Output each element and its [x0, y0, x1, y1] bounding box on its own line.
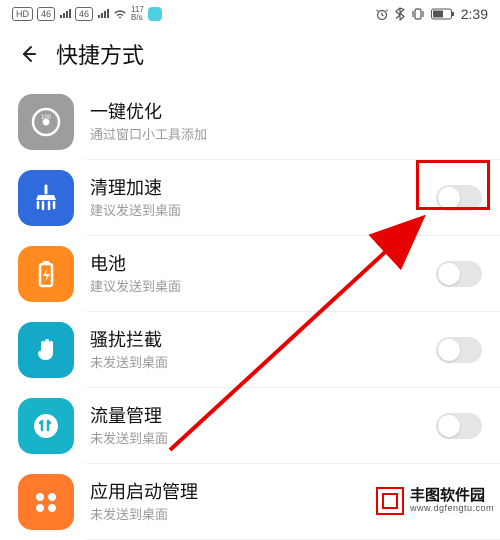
item-title: 流量管理: [90, 404, 436, 428]
shortcut-list: 100 一键优化 通过窗口小工具添加 清理加速 建议发送到桌面 电池 建议发送到…: [0, 84, 500, 540]
item-texts: 流量管理 未发送到桌面: [90, 404, 436, 448]
hand-icon: [18, 322, 74, 378]
watermark-logo-icon: [376, 487, 404, 515]
signal-icon-2: [97, 9, 109, 19]
list-item-optimize[interactable]: 100 一键优化 通过窗口小工具添加: [0, 84, 500, 160]
status-right: 2:39: [375, 6, 488, 22]
broom-icon: [18, 170, 74, 226]
signal-icon-1: [59, 9, 71, 19]
battery-status-icon: [431, 8, 455, 20]
watermark-url: www.dgfengtu.com: [410, 504, 494, 513]
arrow-left-icon: [19, 45, 37, 63]
back-button[interactable]: [18, 44, 38, 64]
page-title: 快捷方式: [56, 38, 144, 70]
status-bar: HD 46 46 117 B/s 2:39: [0, 0, 500, 28]
item-title: 清理加速: [90, 176, 436, 200]
list-item-block[interactable]: 骚扰拦截 未发送到桌面: [0, 312, 500, 388]
item-title: 电池: [90, 252, 436, 276]
net-speed: 117 B/s: [131, 6, 144, 22]
app-indicator-icon: [148, 7, 162, 21]
wifi-icon: [113, 9, 127, 19]
list-item-cleanup[interactable]: 清理加速 建议发送到桌面: [0, 160, 500, 236]
list-item-data[interactable]: 流量管理 未发送到桌面: [0, 388, 500, 464]
net-badge-1: 46: [37, 7, 55, 21]
header: 快捷方式: [0, 28, 500, 84]
toggle-cleanup[interactable]: [436, 185, 482, 211]
list-item-battery[interactable]: 电池 建议发送到桌面: [0, 236, 500, 312]
item-texts: 电池 建议发送到桌面: [90, 252, 436, 296]
vibrate-icon: [411, 7, 425, 21]
item-texts: 骚扰拦截 未发送到桌面: [90, 328, 436, 372]
item-texts: 一键优化 通过窗口小工具添加: [90, 100, 482, 144]
toggle-block[interactable]: [436, 337, 482, 363]
clock-text: 2:39: [461, 6, 488, 22]
item-subtitle: 建议发送到桌面: [90, 202, 436, 220]
alarm-icon: [375, 7, 389, 21]
watermark: 丰图软件园 www.dgfengtu.com: [372, 485, 500, 517]
status-left: HD 46 46 117 B/s: [12, 6, 162, 22]
toggle-battery[interactable]: [436, 261, 482, 287]
bluetooth-icon: [395, 7, 405, 21]
gauge-icon: 100: [18, 94, 74, 150]
data-icon: [18, 398, 74, 454]
item-title: 一键优化: [90, 100, 482, 124]
battery-icon: [18, 246, 74, 302]
toggle-data[interactable]: [436, 413, 482, 439]
hd-badge: HD: [12, 7, 33, 21]
item-subtitle: 建议发送到桌面: [90, 278, 436, 296]
item-subtitle: 未发送到桌面: [90, 354, 436, 372]
net-badge-2: 46: [75, 7, 93, 21]
item-texts: 清理加速 建议发送到桌面: [90, 176, 436, 220]
item-title: 骚扰拦截: [90, 328, 436, 352]
svg-text:100: 100: [41, 115, 52, 121]
watermark-title: 丰图软件园: [410, 488, 494, 504]
apps-icon: [18, 474, 74, 530]
item-subtitle: 通过窗口小工具添加: [90, 126, 482, 144]
item-subtitle: 未发送到桌面: [90, 430, 436, 448]
